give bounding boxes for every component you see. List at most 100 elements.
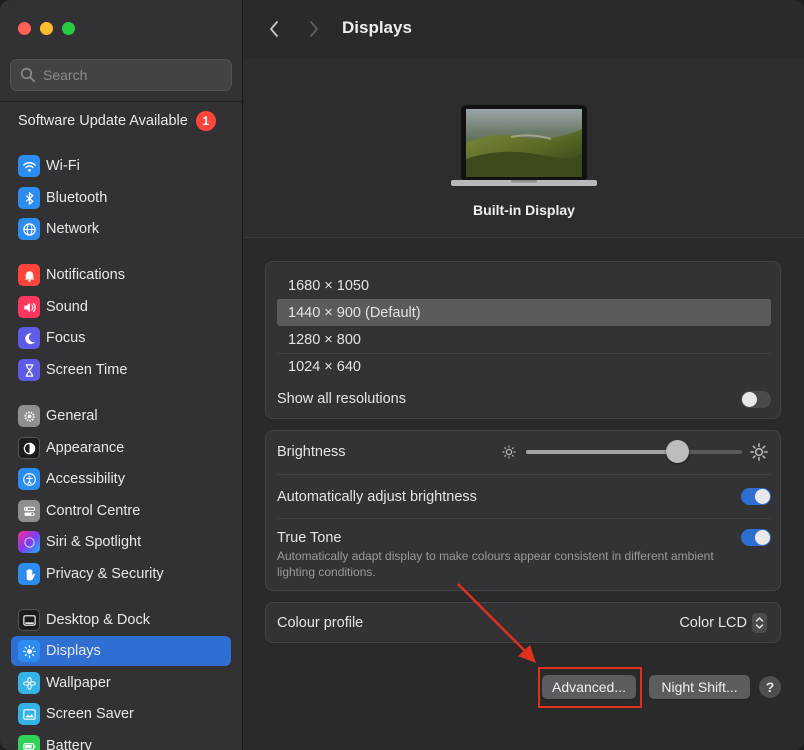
globe-icon bbox=[18, 218, 40, 240]
sidebar-item-screen-saver[interactable]: Screen Saver bbox=[11, 699, 231, 729]
sidebar-item-desktop-dock[interactable]: Desktop & Dock bbox=[11, 605, 231, 635]
resolution-option[interactable]: 1024 × 640 bbox=[277, 353, 771, 380]
laptop-icon[interactable] bbox=[451, 103, 597, 189]
sidebar-item-label: Screen Saver bbox=[46, 706, 134, 722]
brightness-slider-track[interactable] bbox=[526, 450, 742, 454]
settings-area: 1680 × 1050 1440 × 900 (Default) 1280 × … bbox=[244, 239, 804, 750]
wifi-icon bbox=[18, 155, 40, 177]
sidebar-item-sound[interactable]: Sound bbox=[11, 292, 231, 322]
search-input[interactable] bbox=[43, 67, 223, 83]
sidebar-item-label: Desktop & Dock bbox=[46, 612, 150, 628]
sidebar-item-label: Notifications bbox=[46, 267, 125, 283]
row-divider bbox=[277, 474, 771, 475]
accessibility-icon bbox=[18, 468, 40, 490]
sidebar-item-battery[interactable]: Battery bbox=[11, 731, 231, 750]
sidebar-item-label: Battery bbox=[46, 738, 92, 750]
sidebar-item-privacy-security[interactable]: Privacy & Security bbox=[11, 559, 231, 589]
sidebar-item-accessibility[interactable]: Accessibility bbox=[11, 464, 231, 494]
search-icon bbox=[20, 67, 36, 83]
bell-icon bbox=[18, 264, 40, 286]
show-all-resolutions-label: Show all resolutions bbox=[277, 391, 406, 407]
close-window-button[interactable] bbox=[18, 22, 31, 35]
settings-window: Software Update Available 1 Wi-Fi Blueto… bbox=[0, 0, 804, 750]
zoom-window-button[interactable] bbox=[62, 22, 75, 35]
software-update-label: Software Update Available bbox=[18, 113, 188, 129]
brightness-slider-fill bbox=[526, 450, 678, 454]
minimize-window-button[interactable] bbox=[40, 22, 53, 35]
window-controls bbox=[18, 22, 75, 35]
sidebar-item-notifications[interactable]: Notifications bbox=[11, 260, 231, 290]
forward-button[interactable] bbox=[304, 18, 324, 40]
dock-icon bbox=[18, 609, 40, 631]
sidebar-item-label: Bluetooth bbox=[46, 190, 108, 206]
toolbar: Displays bbox=[244, 0, 804, 58]
sidebar-item-label: Siri & Spotlight bbox=[46, 534, 142, 550]
true-tone-description: Automatically adapt display to make colo… bbox=[277, 549, 714, 579]
colour-profile-label: Colour profile bbox=[277, 615, 364, 631]
sidebar-item-siri-spotlight[interactable]: Siri & Spotlight bbox=[11, 527, 231, 557]
true-tone-toggle[interactable] bbox=[741, 529, 771, 546]
brightness-label: Brightness bbox=[277, 444, 346, 460]
back-button[interactable] bbox=[264, 18, 284, 40]
display-preview-area: Built-in Display bbox=[244, 58, 804, 238]
gear-icon bbox=[18, 405, 40, 427]
resolution-option-selected[interactable]: 1440 × 900 (Default) bbox=[277, 299, 771, 326]
brightness-group: Brightness Automatically adjust brightne… bbox=[265, 430, 781, 591]
true-tone-label: True Tone bbox=[277, 530, 342, 546]
bluetooth-icon bbox=[18, 187, 40, 209]
help-button[interactable]: ? bbox=[759, 676, 781, 698]
sidebar-item-label: Accessibility bbox=[46, 471, 125, 487]
moon-icon bbox=[18, 327, 40, 349]
auto-brightness-label: Automatically adjust brightness bbox=[277, 489, 477, 505]
sun-icon bbox=[18, 640, 40, 662]
brightness-slider-knob[interactable] bbox=[665, 440, 689, 463]
sidebar-item-focus[interactable]: Focus bbox=[11, 323, 231, 353]
sidebar-item-general[interactable]: General bbox=[11, 401, 231, 431]
sidebar-item-network[interactable]: Network bbox=[11, 214, 231, 244]
hand-icon bbox=[18, 563, 40, 585]
colour-profile-value[interactable]: Color LCD bbox=[679, 615, 747, 631]
sidebar-item-label: Control Centre bbox=[46, 503, 141, 519]
update-count-badge: 1 bbox=[195, 111, 216, 131]
show-all-resolutions-toggle[interactable] bbox=[741, 391, 771, 408]
control-centre-icon bbox=[18, 500, 40, 522]
sidebar-item-wifi[interactable]: Wi-Fi bbox=[11, 151, 231, 181]
sidebar-item-label: Wallpaper bbox=[46, 675, 111, 691]
resolution-option[interactable]: 1680 × 1050 bbox=[277, 272, 771, 299]
sidebar-item-label: Displays bbox=[46, 643, 101, 659]
sidebar-item-label: Screen Time bbox=[46, 362, 128, 378]
siri-icon bbox=[18, 531, 40, 553]
brightness-low-icon bbox=[502, 445, 516, 459]
resolution-option[interactable]: 1280 × 800 bbox=[277, 326, 771, 353]
sidebar-item-control-centre[interactable]: Control Centre bbox=[11, 496, 231, 526]
sidebar-item-label: General bbox=[46, 408, 98, 424]
sidebar-item-label: Appearance bbox=[46, 440, 125, 456]
sidebar-item-wallpaper[interactable]: Wallpaper bbox=[11, 668, 231, 698]
night-shift-button[interactable]: Night Shift... bbox=[649, 675, 750, 699]
sidebar-item-label: Privacy & Security bbox=[46, 566, 164, 582]
sidebar: Software Update Available 1 Wi-Fi Blueto… bbox=[0, 0, 243, 750]
software-update-item[interactable]: Software Update Available 1 bbox=[18, 110, 228, 132]
auto-brightness-toggle[interactable] bbox=[741, 488, 771, 505]
hourglass-icon bbox=[18, 359, 40, 381]
chevron-left-icon bbox=[270, 21, 278, 37]
battery-icon bbox=[18, 735, 40, 750]
sidebar-divider bbox=[0, 101, 243, 102]
sidebar-item-appearance[interactable]: Appearance bbox=[11, 433, 231, 463]
search-field[interactable] bbox=[10, 59, 232, 91]
sidebar-item-bluetooth[interactable]: Bluetooth bbox=[11, 183, 231, 213]
speaker-icon bbox=[18, 296, 40, 318]
appearance-icon bbox=[18, 437, 40, 459]
sidebar-item-displays[interactable]: Displays bbox=[11, 636, 231, 666]
resolution-group: 1680 × 1050 1440 × 900 (Default) 1280 × … bbox=[265, 261, 781, 419]
sidebar-item-label: Focus bbox=[46, 330, 86, 346]
sidebar-item-screen-time[interactable]: Screen Time bbox=[11, 355, 231, 385]
sidebar-item-label: Network bbox=[46, 221, 100, 237]
sidebar-item-label: Sound bbox=[46, 299, 88, 315]
colour-profile-group: Colour profile Color LCD bbox=[265, 602, 781, 643]
brightness-high-icon bbox=[750, 443, 768, 461]
screen-saver-icon bbox=[18, 703, 40, 725]
page-title: Displays bbox=[342, 18, 412, 37]
colour-profile-popup[interactable] bbox=[752, 613, 767, 633]
flower-icon bbox=[18, 672, 40, 694]
